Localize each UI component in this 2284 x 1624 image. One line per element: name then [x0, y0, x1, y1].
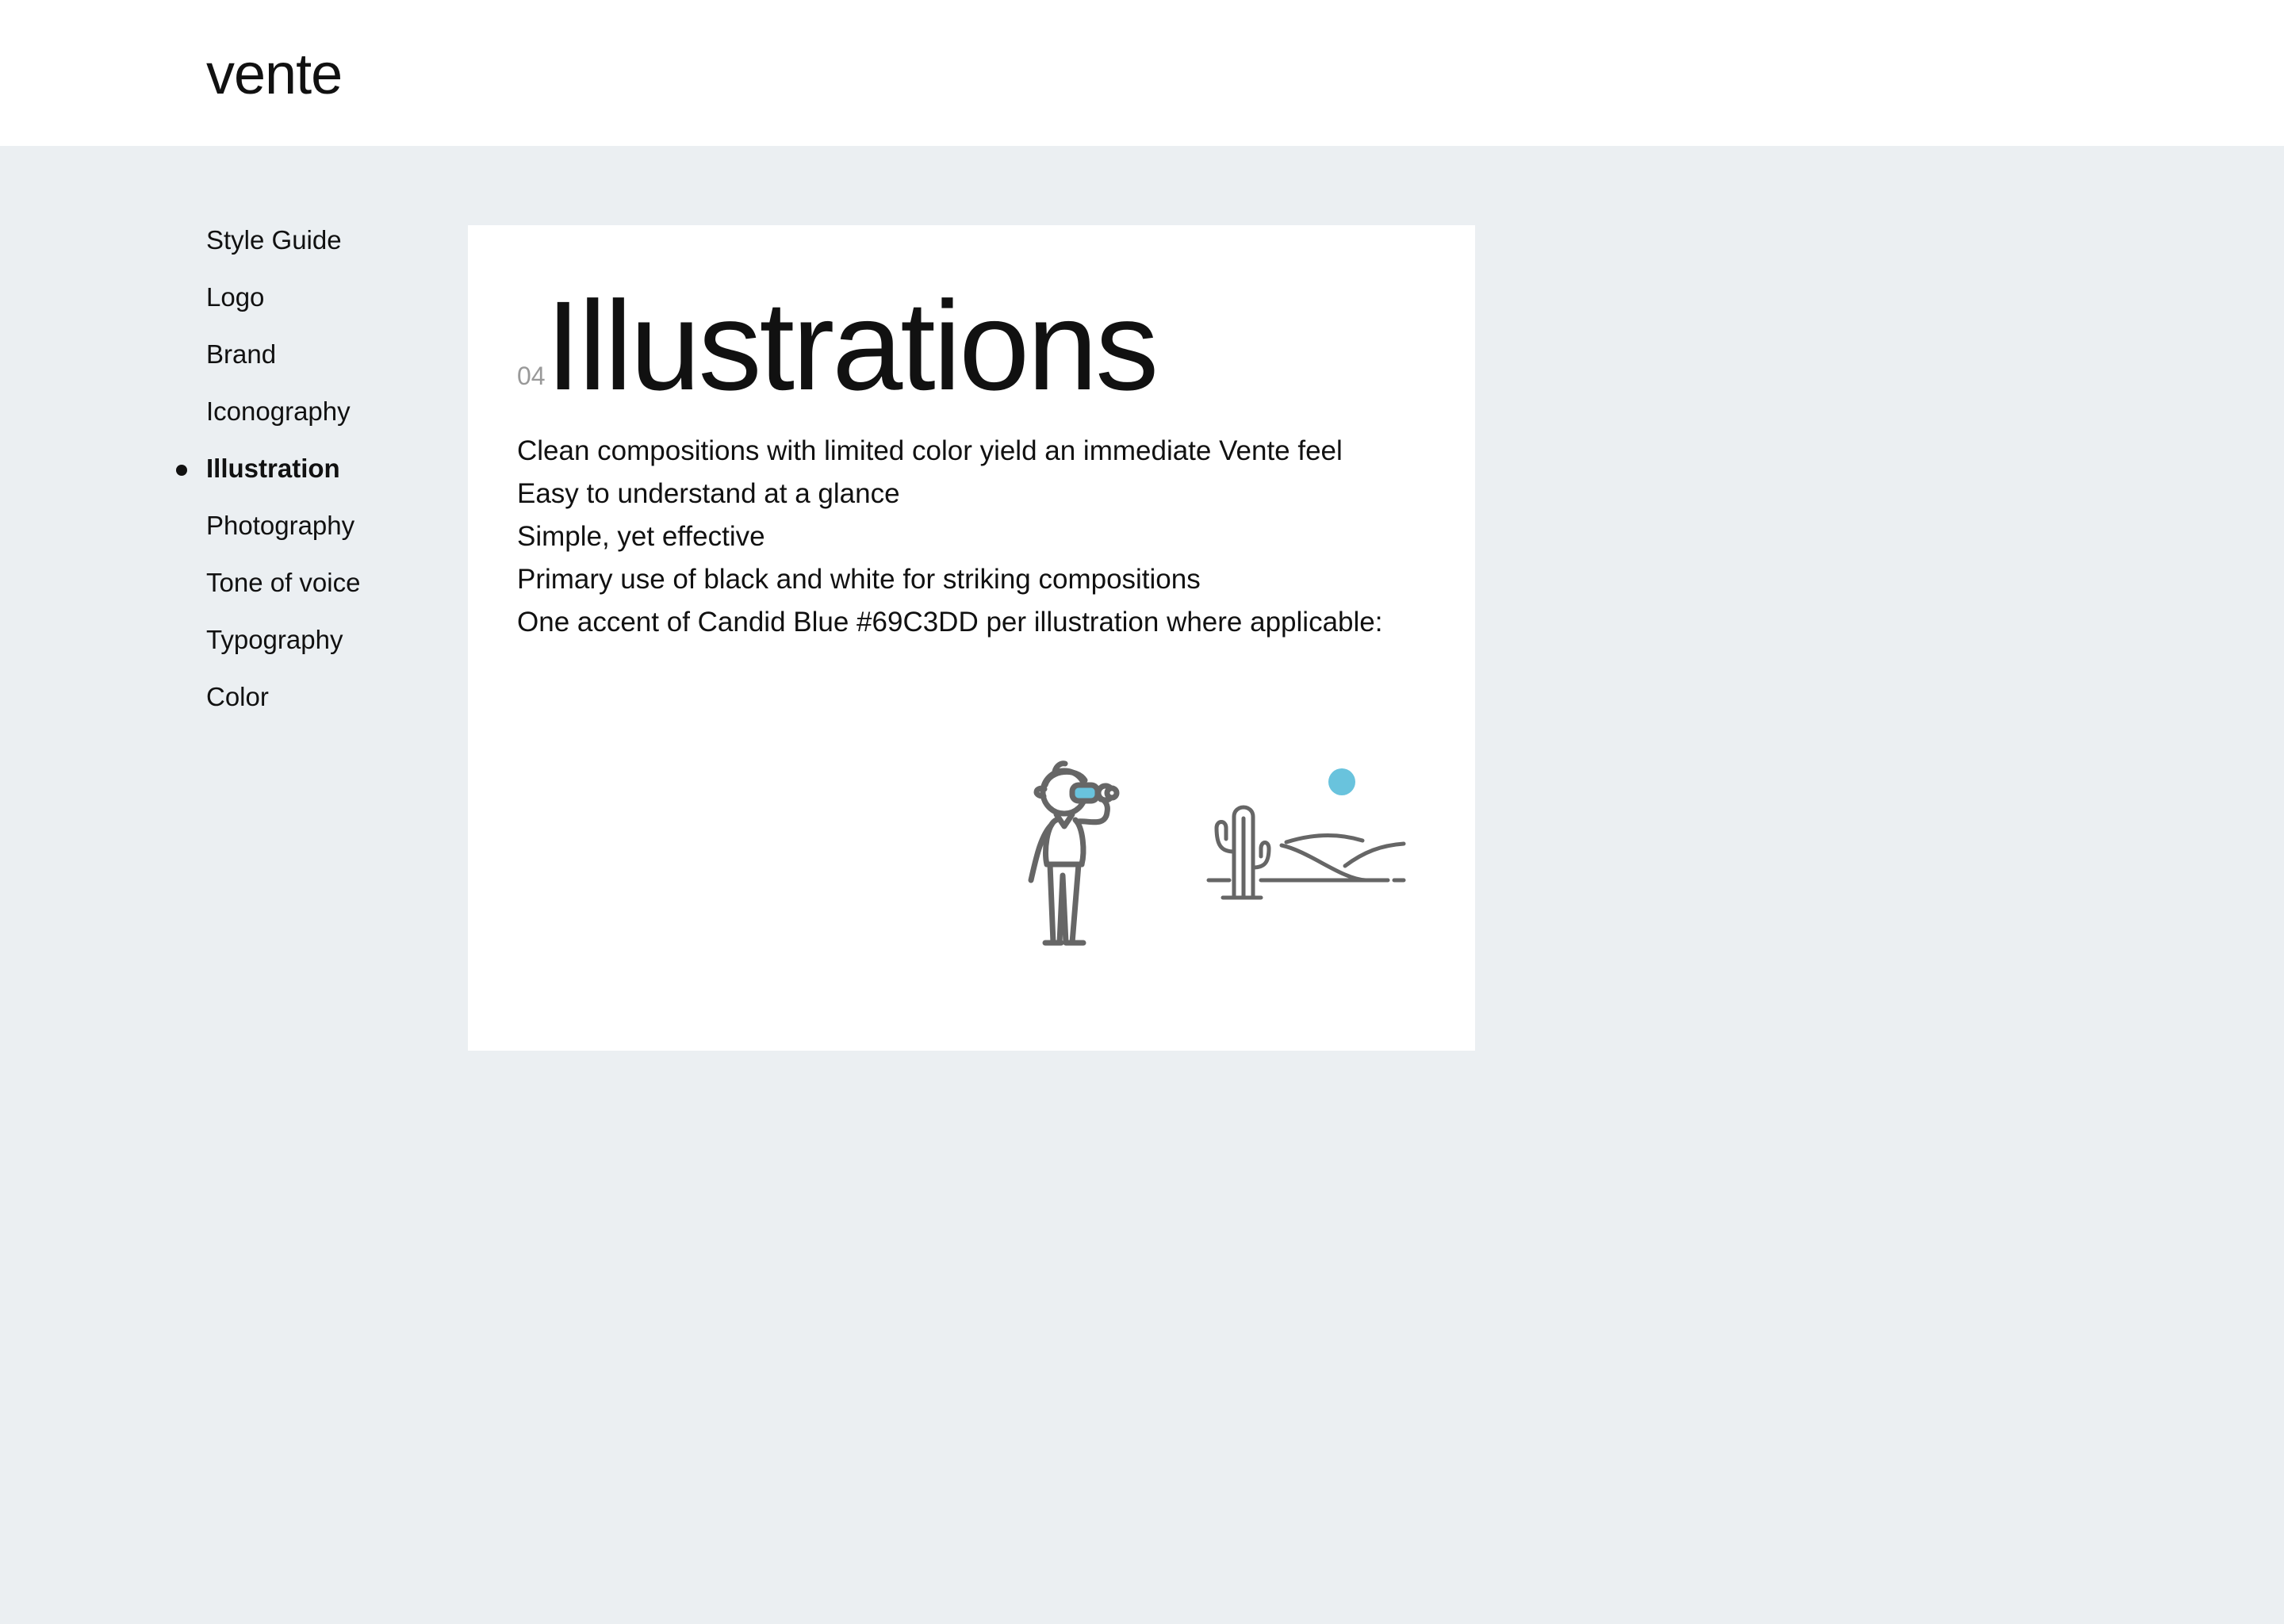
sidebar-item-label: Color	[206, 682, 269, 711]
sidebar-item-brand[interactable]: Brand	[0, 328, 460, 385]
sidebar-item-style-guide[interactable]: Style Guide	[0, 214, 460, 271]
sidebar-item-illustration[interactable]: Illustration	[0, 442, 460, 500]
sidebar-item-label: Photography	[206, 511, 355, 540]
sun-icon	[1328, 768, 1355, 795]
active-bullet-icon	[176, 465, 187, 476]
sidebar-item-label: Style Guide	[206, 225, 342, 255]
sidebar-item-label: Iconography	[206, 396, 351, 426]
sidebar-item-photography[interactable]: Photography	[0, 500, 460, 557]
illustration-artwork	[1028, 760, 1406, 946]
person-with-binoculars-icon	[1028, 760, 1120, 946]
content-card: 04 Illustrations Clean compositions with…	[468, 225, 1475, 1051]
sidebar-item-logo[interactable]: Logo	[0, 271, 460, 328]
brand-logo[interactable]: vente	[206, 40, 343, 109]
sidebar-item-tone-of-voice[interactable]: Tone of voice	[0, 557, 460, 614]
sidebar-nav: Style Guide Logo Brand Iconography Illus…	[0, 214, 460, 728]
sidebar-item-typography[interactable]: Typography	[0, 614, 460, 671]
sidebar-item-iconography[interactable]: Iconography	[0, 385, 460, 442]
sidebar-item-color[interactable]: Color	[0, 671, 460, 728]
sidebar-item-label: Illustration	[206, 454, 340, 483]
sidebar-item-label: Typography	[206, 625, 343, 654]
sidebar-item-label: Brand	[206, 339, 277, 369]
top-bar: vente	[0, 0, 2284, 146]
sidebar-item-label: Logo	[206, 282, 265, 312]
sidebar-item-label: Tone of voice	[206, 568, 361, 597]
desert-cactus-sun-icon	[1206, 768, 1406, 900]
